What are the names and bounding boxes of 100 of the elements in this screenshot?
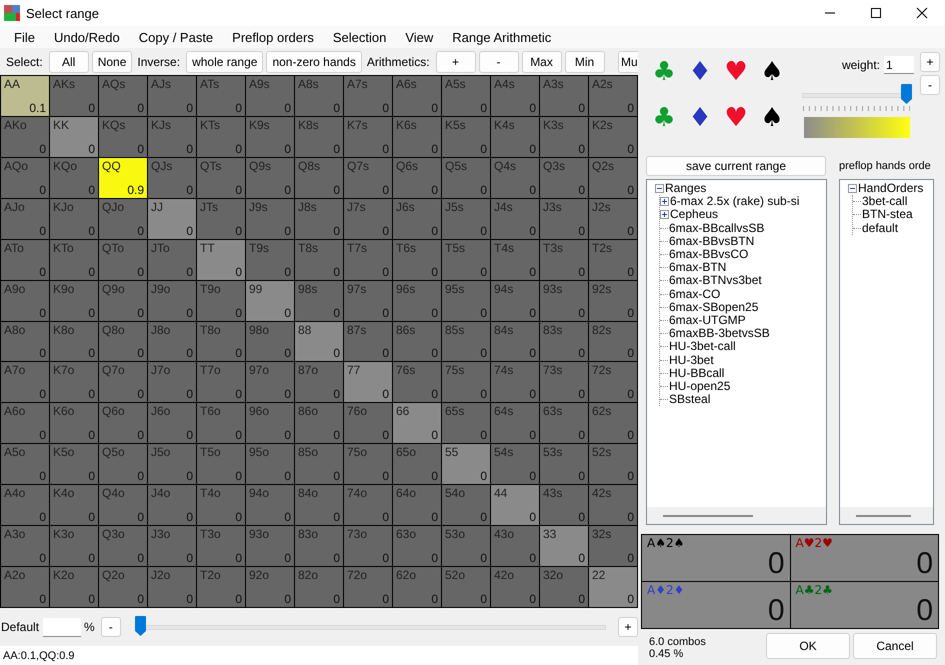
- hand-cell[interactable]: A6o 0: [1, 403, 49, 444]
- hand-cell[interactable]: KK 0: [50, 116, 98, 157]
- tree-item[interactable]: 6max-UTGMP: [669, 314, 746, 327]
- hand-cell[interactable]: Q7s 0: [344, 158, 392, 198]
- hand-cell[interactable]: KJs 0: [148, 116, 196, 157]
- hand-cell[interactable]: K9s 0: [246, 116, 294, 157]
- hand-cell[interactable]: AQo 0: [1, 158, 49, 198]
- hand-cell[interactable]: 52o 0: [442, 567, 490, 607]
- menu-item[interactable]: File: [6, 30, 43, 44]
- hand-cell[interactable]: J4o 0: [148, 485, 196, 526]
- hand-cell[interactable]: 87o 0: [295, 362, 343, 402]
- hand-cell[interactable]: 54o 0: [442, 485, 490, 526]
- hand-cell[interactable]: 55 0: [442, 444, 490, 484]
- hand-cell[interactable]: 44 0: [491, 485, 539, 526]
- tree-item[interactable]: 6max-BBcallvsSB: [669, 222, 764, 235]
- hand-cell[interactable]: 82s 0: [589, 322, 637, 362]
- hand-cell[interactable]: J7o 0: [148, 362, 196, 402]
- hand-cell[interactable]: Q4s 0: [491, 158, 539, 198]
- hand-cell[interactable]: 22 0: [589, 567, 637, 607]
- tree-item[interactable]: 6max-BBvsBTN: [669, 234, 754, 248]
- menu-item[interactable]: Undo/Redo: [46, 30, 128, 44]
- hand-cell[interactable]: AKo 0: [1, 116, 49, 157]
- hand-cell[interactable]: KJo 0: [50, 198, 98, 239]
- hand-cell[interactable]: 87s 0: [344, 322, 392, 362]
- toolbar-button[interactable]: +: [436, 50, 476, 72]
- tree-item[interactable]: 3bet-call: [862, 195, 908, 208]
- hand-cell[interactable]: Q3o 0: [99, 526, 147, 566]
- hand-cell[interactable]: 32s 0: [589, 526, 637, 566]
- hand-cell[interactable]: J3o 0: [148, 526, 196, 566]
- hand-cell[interactable]: K6s 0: [393, 116, 441, 157]
- hand-cell[interactable]: 98o 0: [246, 322, 294, 362]
- hand-cell[interactable]: Q2o 0: [99, 567, 147, 607]
- hand-cell[interactable]: 99 0: [246, 280, 294, 321]
- hand-cell[interactable]: K3s 0: [540, 116, 588, 157]
- hand-cell[interactable]: 76o 0: [344, 403, 392, 444]
- hand-cell[interactable]: 95s 0: [442, 280, 490, 321]
- hand-cell[interactable]: J8s 0: [295, 198, 343, 239]
- hand-cell[interactable]: 88 0: [295, 322, 343, 362]
- cancel-button[interactable]: Cancel: [853, 633, 937, 659]
- hand-cell[interactable]: QQ 0.9: [99, 158, 147, 198]
- hand-cell[interactable]: KQo 0: [50, 158, 98, 198]
- hand-cell[interactable]: KTo 0: [50, 240, 98, 280]
- slider-thumb[interactable]: [901, 84, 912, 104]
- hand-cell[interactable]: TT 0: [197, 240, 245, 280]
- hand-cell[interactable]: Q8o 0: [99, 322, 147, 362]
- increase-button[interactable]: +: [618, 617, 638, 637]
- menu-item[interactable]: Copy / Paste: [130, 30, 222, 44]
- hand-cell[interactable]: A9o 0: [1, 280, 49, 321]
- tree-item[interactable]: HU-3bet: [669, 354, 714, 367]
- hand-cell[interactable]: A4s 0: [491, 76, 539, 116]
- hand-cell[interactable]: K2s 0: [589, 116, 637, 157]
- hand-cell[interactable]: 92s 0: [589, 280, 637, 321]
- hand-cell[interactable]: AQs 0: [99, 76, 147, 116]
- hand-cell[interactable]: J8o 0: [148, 322, 196, 362]
- hand-cell[interactable]: K7o 0: [50, 362, 98, 402]
- hand-cell[interactable]: 98s 0: [295, 280, 343, 321]
- hand-cell[interactable]: T4s 0: [491, 240, 539, 280]
- hand-cell[interactable]: 94o 0: [246, 485, 294, 526]
- hand-cell[interactable]: AA 0.1: [1, 76, 49, 116]
- hand-cell[interactable]: T9s 0: [246, 240, 294, 280]
- hand-cell[interactable]: QTs 0: [197, 158, 245, 198]
- close-icon[interactable]: [916, 7, 928, 19]
- hand-cell[interactable]: 86o 0: [295, 403, 343, 444]
- hand-cell[interactable]: 85s 0: [442, 322, 490, 362]
- hand-cell[interactable]: 53o 0: [442, 526, 490, 566]
- menu-item[interactable]: Selection: [324, 30, 394, 44]
- hand-cell[interactable]: J6s 0: [393, 198, 441, 239]
- tree-item[interactable]: HU-3bet-call: [669, 340, 736, 354]
- hand-cell[interactable]: 64s 0: [491, 403, 539, 444]
- hand-cell[interactable]: K9o 0: [50, 280, 98, 321]
- toolbar-button[interactable]: Mu: [618, 50, 638, 72]
- collapse-icon[interactable]: [848, 184, 857, 194]
- hand-cell[interactable]: 74o 0: [344, 485, 392, 526]
- hand-cell[interactable]: 66 0: [393, 403, 441, 444]
- tree-item[interactable]: HU-open25: [669, 380, 730, 393]
- hand-cell[interactable]: K8o 0: [50, 322, 98, 362]
- hand-cell[interactable]: K4o 0: [50, 485, 98, 526]
- tree-item[interactable]: 6max-BTNvs3bet: [669, 274, 762, 288]
- hand-cell[interactable]: A4o 0: [1, 485, 49, 526]
- hand-cell[interactable]: 82o 0: [295, 567, 343, 607]
- horizontal-scrollbar[interactable]: [647, 507, 826, 524]
- hand-cell[interactable]: 63o 0: [393, 526, 441, 566]
- tree-item[interactable]: HU-BBcall: [669, 366, 724, 380]
- expand-icon[interactable]: [660, 197, 669, 206]
- hand-cell[interactable]: T2o 0: [197, 567, 245, 607]
- weight-input[interactable]: 1: [884, 56, 914, 74]
- decrease-button[interactable]: -: [100, 617, 121, 637]
- hand-cell[interactable]: Q6s 0: [393, 158, 441, 198]
- suit-toggle[interactable]: ♠: [759, 58, 785, 86]
- tree-item[interactable]: HandOrders: [858, 182, 924, 196]
- hand-cell[interactable]: AJs 0: [148, 76, 196, 116]
- hand-cell[interactable]: A5s 0: [442, 76, 490, 116]
- hand-cell[interactable]: 95o 0: [246, 444, 294, 484]
- hand-cell[interactable]: A7o 0: [1, 362, 49, 402]
- save-range-button[interactable]: save current range: [646, 156, 826, 176]
- toolbar-button[interactable]: All: [48, 50, 89, 72]
- hand-cell[interactable]: 77 0: [344, 362, 392, 402]
- hand-cell[interactable]: 72s 0: [589, 362, 637, 402]
- hand-cell[interactable]: 94s 0: [491, 280, 539, 321]
- default-input[interactable]: [43, 618, 82, 636]
